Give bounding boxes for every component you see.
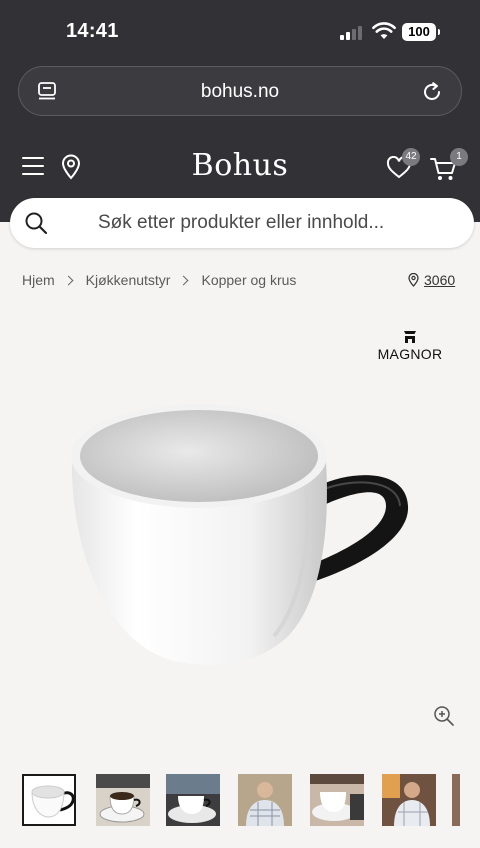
thumbnail-image: [31, 785, 74, 818]
thumbnail-6[interactable]: [382, 774, 436, 826]
thumbnail-7[interactable]: [452, 774, 460, 826]
brand-logo: MAGNOR: [372, 330, 448, 362]
browser-url[interactable]: bohus.no: [19, 81, 461, 103]
breadcrumb-cups-and-mugs[interactable]: Kopper og krus: [201, 272, 296, 288]
wifi-icon: [372, 22, 396, 39]
browser-address-bar[interactable]: bohus.no: [18, 66, 462, 116]
crown-icon: [404, 331, 416, 343]
breadcrumb-home[interactable]: Hjem: [22, 272, 55, 288]
chevron-right-icon: [179, 275, 189, 285]
battery-indicator: 100: [402, 23, 440, 41]
breadcrumb: Hjem Kjøkkenutstyr Kopper og krus: [22, 272, 296, 288]
thumbnail-4[interactable]: [238, 774, 292, 826]
wishlist-count-badge: 42: [402, 148, 420, 166]
product-image[interactable]: [60, 398, 420, 678]
search-icon[interactable]: [24, 211, 48, 235]
location-pin-icon: [408, 273, 419, 287]
thumbnail-5[interactable]: [310, 774, 364, 826]
thumbnail-1[interactable]: [22, 774, 76, 826]
reload-icon[interactable]: [421, 81, 443, 103]
thumbnail-3[interactable]: [166, 774, 220, 826]
thumbnail-image: [452, 774, 460, 826]
thumbnail-2[interactable]: [96, 774, 150, 826]
search-bar[interactable]: Søk etter produkter eller innhold...: [10, 198, 474, 248]
zoom-in-icon[interactable]: [432, 704, 456, 728]
status-time: 14:41: [66, 20, 119, 42]
signal-icon: [340, 26, 366, 40]
store-code[interactable]: 3060: [424, 272, 455, 288]
thumbnail-image: [238, 774, 292, 826]
brand-name: MAGNOR: [377, 346, 443, 362]
thumbnail-image: [310, 774, 364, 826]
breadcrumb-kitchenware[interactable]: Kjøkkenutstyr: [86, 272, 171, 288]
store-selector[interactable]: 3060: [408, 272, 455, 288]
thumbnail-image: [382, 774, 436, 826]
thumbnail-image: [96, 774, 150, 826]
search-input[interactable]: Søk etter produkter eller innhold...: [98, 212, 384, 234]
cart-count-badge: 1: [450, 148, 468, 166]
chevron-right-icon: [63, 275, 74, 285]
status-bar: 14:41 100: [0, 0, 480, 64]
thumbnail-image: [166, 774, 220, 826]
